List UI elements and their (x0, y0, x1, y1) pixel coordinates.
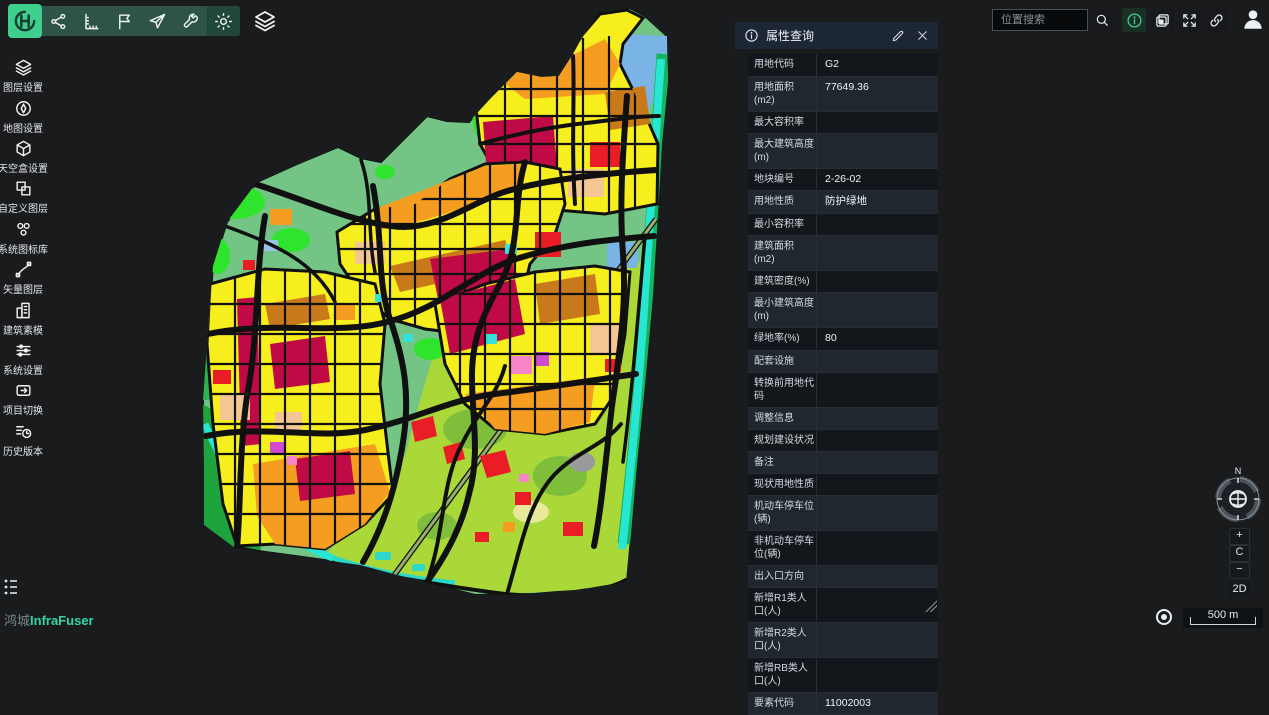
sidebar-item-layer-settings[interactable]: 图层设置 (0, 56, 46, 96)
table-row: 最小容积率 (748, 214, 938, 236)
scale-bar: 500 m (1183, 608, 1263, 628)
mode-2d-toggle[interactable]: 2D (1229, 581, 1250, 597)
zoom-out-button[interactable]: − (1229, 562, 1250, 579)
tool-strip (42, 6, 240, 36)
wrench-icon[interactable] (174, 6, 207, 36)
sidebar-item-icon-library[interactable]: 系统图标库 (0, 218, 46, 258)
table-row: 要素代码 11002003 (748, 693, 938, 715)
sidebar-item-system-settings[interactable]: 系统设置 (0, 339, 46, 379)
sidebar-item-building-model[interactable]: 建筑素模 (0, 298, 46, 338)
close-icon[interactable] (914, 28, 930, 44)
share-icon[interactable] (42, 6, 75, 36)
custom-layer-icon (17, 183, 30, 196)
windows-icon[interactable] (1150, 8, 1174, 32)
icon-library-icon (17, 223, 28, 234)
table-row: 机动车停车位(辆) (748, 496, 938, 531)
building-model-icon (17, 303, 29, 317)
map-settings-icon (16, 101, 29, 114)
project-switch-icon (17, 386, 30, 396)
vector-layer-icon (16, 263, 30, 277)
layer-settings-icon (16, 61, 30, 76)
sidebar-item-custom-layer[interactable]: 自定义图层 (0, 177, 46, 217)
fullscreen-icon[interactable] (1177, 8, 1201, 32)
table-row: 备注 (748, 452, 938, 474)
skybox-settings-icon (17, 141, 30, 155)
flag-icon (120, 15, 130, 28)
attribute-table: 用地代码 G2 用地面积(m2) 77649.36 最大容积率 最大建筑高度(m… (748, 54, 938, 715)
legend-toggle-icon[interactable] (3, 577, 19, 597)
north-label: N (1235, 466, 1242, 476)
layers-icon[interactable] (253, 9, 277, 33)
attribute-panel-header: 属性查询 (735, 22, 938, 49)
table-row: 最小建筑高度(m) (748, 293, 938, 328)
sidebar-item-skybox-settings[interactable]: 天空盒设置 (0, 137, 46, 177)
left-sidebar: 图层设置 地图设置 天空盒设置 自定义图层 系统图标库 矢量图层 建筑素模 (0, 56, 46, 460)
table-row: 调整信息 (748, 408, 938, 430)
reset-view-button[interactable]: C (1229, 545, 1250, 562)
send-icon (150, 14, 164, 27)
panel-title: 属性查询 (766, 27, 882, 44)
table-row: 建筑密度(%) (748, 271, 938, 293)
user-avatar[interactable] (1240, 6, 1266, 32)
history-version-icon (16, 426, 30, 437)
table-row: 最大建筑高度(m) (748, 134, 938, 169)
edit-pencil-icon[interactable] (890, 28, 906, 44)
table-row: 规划建设状况 (748, 430, 938, 452)
table-row: 现状用地性质 (748, 474, 938, 496)
table-row: 非机动车停车位(辆) (748, 531, 938, 566)
info-circle-icon (743, 28, 759, 44)
gear-icon[interactable] (207, 6, 240, 36)
table-row: 用地面积(m2) 77649.36 (748, 77, 938, 112)
scale-bracket (1190, 617, 1256, 625)
link-icon[interactable] (1204, 8, 1228, 32)
gear-icon (216, 13, 232, 29)
panel-resize-handle[interactable] (925, 600, 937, 612)
compass[interactable]: N (1214, 464, 1262, 524)
table-row: 最大容积率 (748, 112, 938, 134)
search-input[interactable] (999, 13, 1081, 27)
info-icon[interactable] (1122, 8, 1146, 32)
brand-logo: 鸿城InfraFuser (4, 610, 94, 629)
table-row: 用地代码 G2 (748, 54, 938, 77)
zoom-in-button[interactable]: + (1229, 528, 1250, 545)
sidebar-item-map-settings[interactable]: 地图设置 (0, 96, 46, 136)
measure-icon (86, 14, 98, 28)
table-row: 用地性质 防护绿地 (748, 191, 938, 214)
table-row: 绿地率(%) 80 (748, 328, 938, 351)
table-row: 地块编号 2-26-02 (748, 169, 938, 192)
system-settings-icon (17, 345, 30, 356)
sidebar-item-project-switch[interactable]: 项目切换 (0, 379, 46, 419)
table-row: 新增R2类人口(人) (748, 623, 938, 658)
main-toolbar (8, 4, 277, 38)
location-search[interactable] (992, 9, 1088, 31)
share-icon (52, 14, 65, 28)
sidebar-item-history-version[interactable]: 历史版本 (0, 420, 46, 460)
app-logo[interactable] (8, 4, 42, 38)
table-row: 配套设施 (748, 351, 938, 373)
sidebar-item-vector-layer[interactable]: 矢量图层 (0, 258, 46, 298)
wrench-icon (184, 14, 197, 27)
send-icon[interactable] (141, 6, 174, 36)
table-row: 出入口方向 (748, 566, 938, 588)
brand-prefix: 鸿城 (4, 613, 30, 628)
measure-icon[interactable] (75, 6, 108, 36)
table-row: 新增RB类人口(人) (748, 658, 938, 693)
landuse-map[interactable] (175, 4, 687, 604)
search-icon[interactable] (1090, 8, 1114, 32)
table-row: 转换前用地代码 (748, 373, 938, 408)
flag-icon[interactable] (108, 6, 141, 36)
table-row: 建筑面积(m2) (748, 236, 938, 271)
table-row: 新增R1类人口(人) (748, 588, 938, 623)
brand-name: InfraFuser (30, 613, 94, 628)
locate-target-icon[interactable] (1156, 609, 1172, 625)
